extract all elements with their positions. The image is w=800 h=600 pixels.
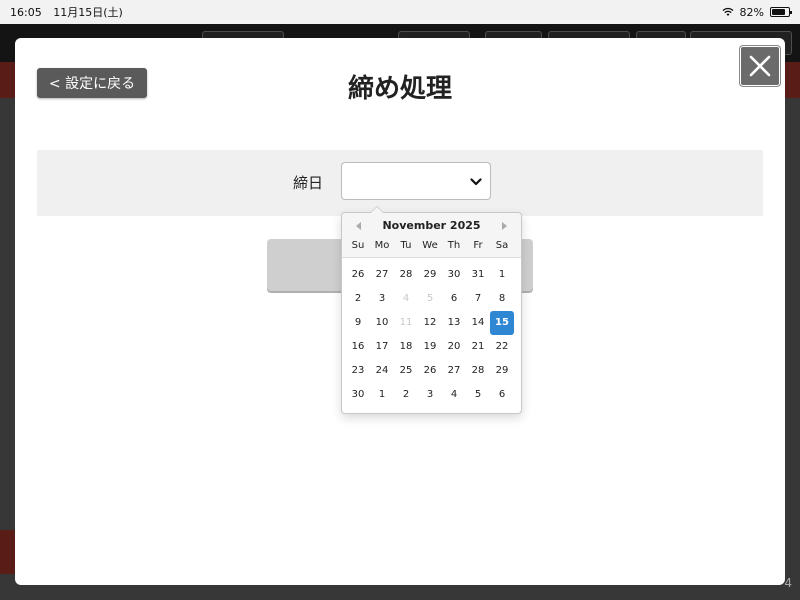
datepicker-day[interactable]: 2 — [394, 383, 418, 407]
status-bar: 16:05 11月15日(土) 82% — [0, 0, 800, 24]
datepicker-day[interactable]: 29 — [490, 359, 514, 383]
weekday-label: Tu — [400, 240, 412, 251]
datepicker-day[interactable]: 4 — [442, 383, 466, 407]
datepicker-day[interactable]: 18 — [394, 335, 418, 359]
datepicker-day[interactable]: 28 — [394, 263, 418, 287]
datepicker-day[interactable]: 22 — [490, 335, 514, 359]
datepicker-header: November 2025 Su Mo Tu We Th Fr Sa — [342, 213, 521, 258]
datepicker-day[interactable]: 24 — [370, 359, 394, 383]
datepicker-days: 26 27 28 29 30 31 1 2 3 4 5 6 7 8 9 10 11 12 13 14 15 16 17 18 1… — [346, 263, 514, 407]
datepicker-day[interactable]: 26 — [418, 359, 442, 383]
battery-icon — [770, 7, 792, 17]
datepicker-day[interactable]: 29 — [418, 263, 442, 287]
weekday-label: Su — [351, 240, 365, 251]
datepicker-day[interactable]: 28 — [466, 359, 490, 383]
weekday-label: Fr — [473, 240, 483, 251]
datepicker-day[interactable]: 15 — [490, 311, 514, 335]
status-date: 11月15日(土) — [53, 6, 123, 19]
close-button[interactable] — [740, 46, 780, 86]
corner-text: 4 — [784, 576, 792, 590]
datepicker-day[interactable]: 16 — [346, 335, 370, 359]
close-icon — [749, 55, 771, 77]
datepicker-day[interactable]: 10 — [370, 311, 394, 335]
datepicker-day[interactable]: 7 — [466, 287, 490, 311]
datepicker-day[interactable]: 2 — [346, 287, 370, 311]
modal-title: 締め処理 — [347, 74, 452, 104]
datepicker-month[interactable]: November 2025 — [342, 219, 521, 232]
weekday-label: Mo — [374, 240, 390, 251]
datepicker-day[interactable]: 27 — [442, 359, 466, 383]
weekday-label: Sa — [495, 240, 509, 251]
datepicker-day[interactable]: 5 — [466, 383, 490, 407]
datepicker-day[interactable]: 9 — [346, 311, 370, 335]
closing-date-label: 締日 — [293, 174, 324, 192]
datepicker-day: 4 — [402, 293, 410, 304]
datepicker-day[interactable]: 13 — [442, 311, 466, 335]
datepicker-day[interactable]: 30 — [346, 383, 370, 407]
datepicker-day[interactable]: 12 — [418, 311, 442, 335]
datepicker-day[interactable]: 1 — [490, 263, 514, 287]
datepicker-day[interactable]: 26 — [346, 263, 370, 287]
chevron-down-icon — [470, 178, 482, 186]
closing-date-row: 締日 — [37, 150, 763, 216]
datepicker-day[interactable]: 6 — [490, 383, 514, 407]
datepicker-day[interactable]: 14 — [466, 311, 490, 335]
datepicker-day[interactable]: 19 — [418, 335, 442, 359]
datepicker-day[interactable]: 31 — [466, 263, 490, 287]
datepicker: November 2025 Su Mo Tu We Th Fr Sa 26 27 28 29 30 3… — [341, 206, 522, 414]
datepicker-day[interactable]: 3 — [370, 287, 394, 311]
datepicker-day[interactable]: 20 — [442, 335, 466, 359]
datepicker-day[interactable]: 30 — [442, 263, 466, 287]
closing-modal: < 設定に戻る 締め処理 締日 November 2025 Su Mo Tu We Th… — [15, 38, 785, 585]
next-month-icon[interactable] — [500, 222, 510, 232]
weekday-label: Th — [447, 240, 461, 251]
datepicker-day[interactable]: 6 — [442, 287, 466, 311]
datepicker-day[interactable]: 27 — [370, 263, 394, 287]
battery-percent: 82% — [739, 5, 764, 19]
datepicker-day[interactable]: 25 — [394, 359, 418, 383]
datepicker-day[interactable]: 23 — [346, 359, 370, 383]
datepicker-day: 11 — [399, 317, 413, 328]
datepicker-day[interactable]: 8 — [490, 287, 514, 311]
datepicker-day[interactable]: 21 — [466, 335, 490, 359]
datepicker-day[interactable]: 17 — [370, 335, 394, 359]
weekday-label: We — [422, 240, 438, 251]
datepicker-weekdays: Su Mo Tu We Th Fr Sa — [346, 240, 514, 251]
closing-date-select[interactable] — [341, 162, 491, 200]
status-time: 16:05 — [10, 6, 42, 19]
datepicker-day[interactable]: 3 — [418, 383, 442, 407]
datepicker-day[interactable]: 1 — [370, 383, 394, 407]
datepicker-day: 5 — [426, 293, 434, 304]
wifi-icon — [722, 7, 734, 16]
